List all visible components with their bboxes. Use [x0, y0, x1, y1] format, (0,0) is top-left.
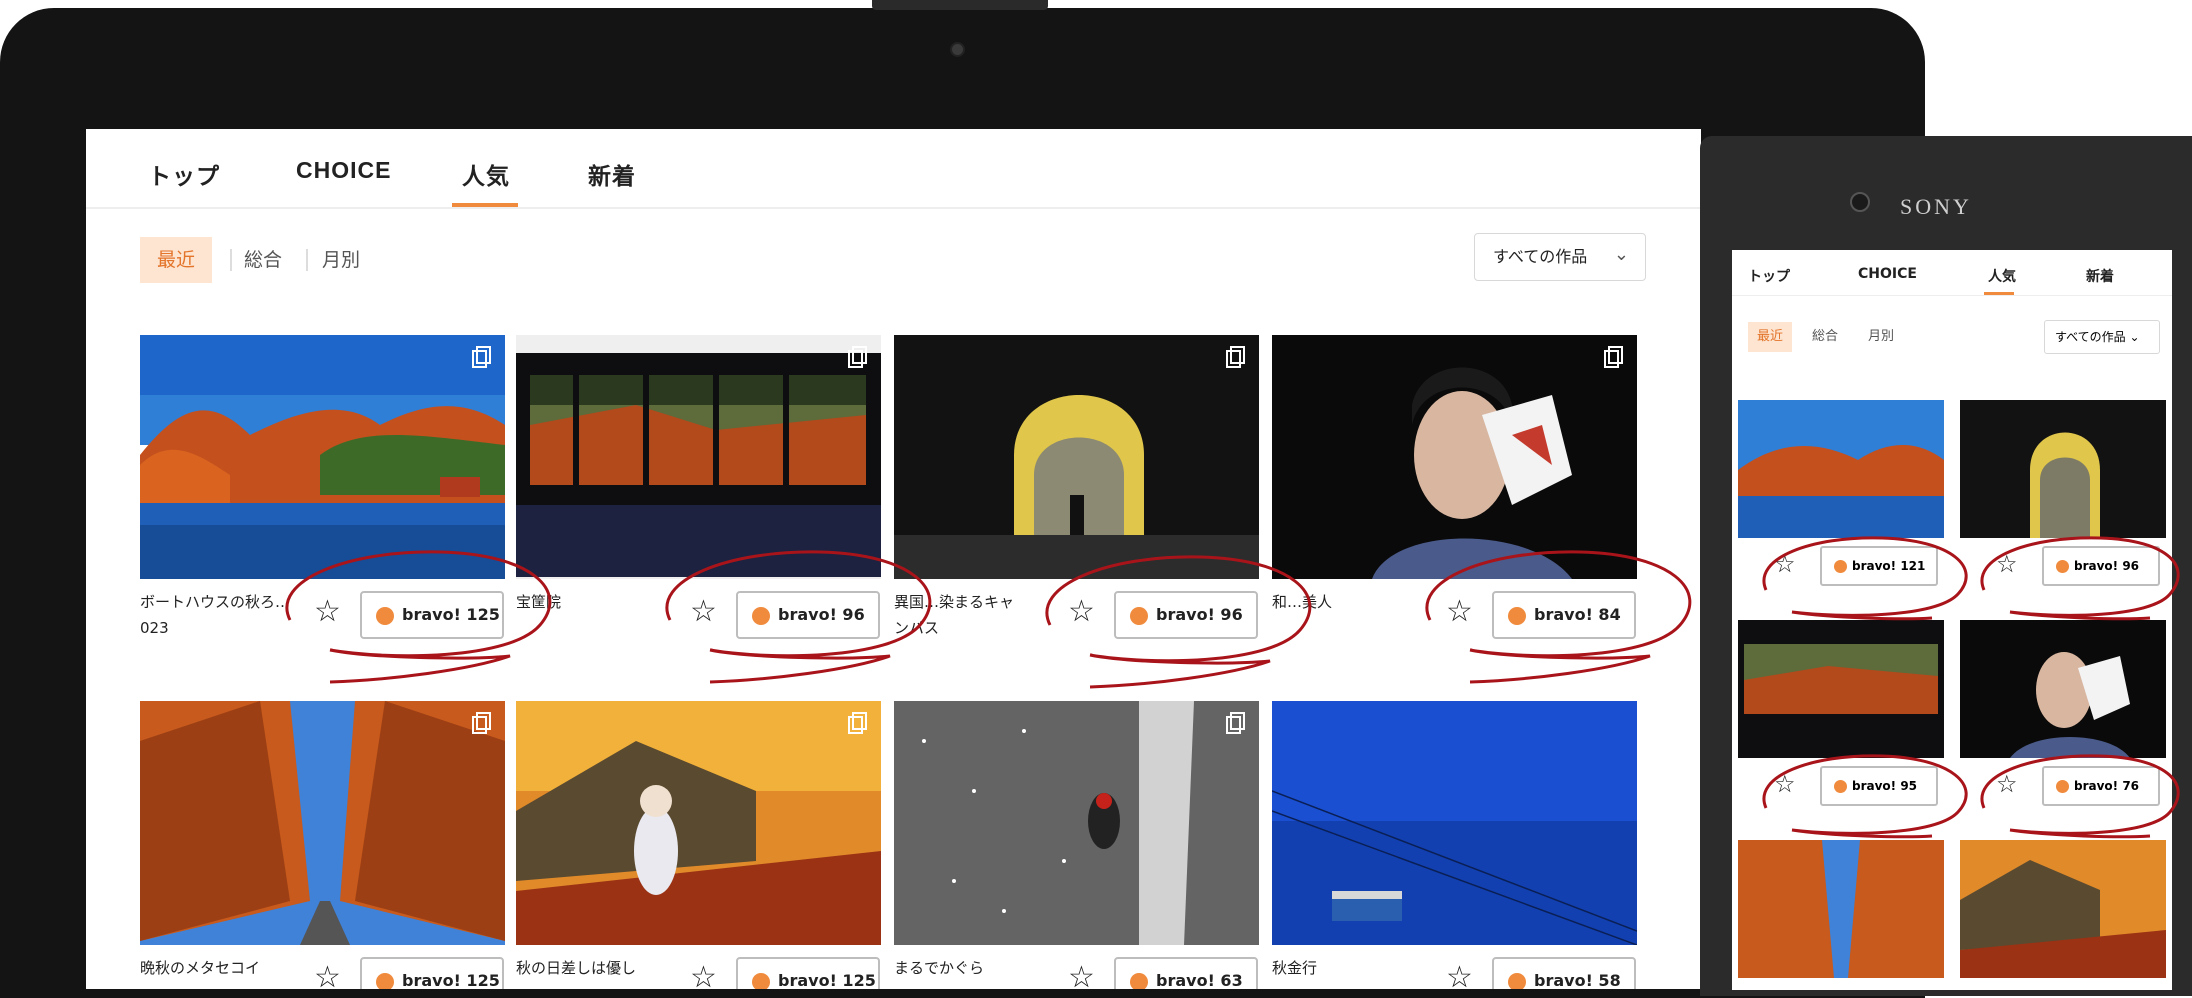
tab-top[interactable]: トップ — [148, 157, 220, 191]
main-tab-bar: トップ CHOICE 人気 新着 — [86, 129, 1701, 209]
tab-popular[interactable]: 人気 — [462, 157, 510, 191]
works-filter-select[interactable]: すべての作品 ⌄ — [1474, 233, 1646, 281]
copy-icon — [848, 712, 867, 734]
annotation-circle — [1762, 754, 1968, 839]
divider — [230, 249, 232, 271]
phone-brand-logo: SONY — [1900, 194, 1972, 219]
copy-icon — [472, 346, 491, 368]
filter-label: すべての作品 — [1493, 247, 1588, 266]
copy-icon — [1226, 712, 1245, 734]
filter-label: すべての作品 — [2055, 330, 2126, 344]
divider — [306, 249, 308, 271]
photo-thumbnail[interactable] — [1738, 400, 1944, 538]
star-icon[interactable]: ☆ — [1446, 963, 1473, 990]
chevron-down-icon: ⌄ — [1613, 244, 1629, 265]
bravo-icon — [752, 973, 770, 989]
copy-icon — [472, 712, 491, 734]
bravo-button[interactable]: bravo! 63 — [1114, 957, 1258, 989]
photo-thumbnail[interactable] — [140, 701, 505, 945]
photo-thumbnail[interactable] — [894, 701, 1259, 945]
camera-icon — [1850, 192, 1870, 212]
photo-thumbnail[interactable] — [1960, 620, 2166, 758]
annotation-circle — [1045, 555, 1312, 689]
photo-title[interactable]: 晩秋のメタセコイ — [140, 955, 290, 981]
bravo-icon — [1130, 973, 1148, 989]
subtab-recent[interactable]: 最近 — [140, 237, 212, 283]
photo-thumbnail[interactable] — [1738, 620, 1944, 758]
tab-popular[interactable]: 人気 — [1988, 266, 2016, 286]
camera-icon — [950, 42, 965, 57]
subtab-monthly[interactable]: 月別 — [322, 237, 360, 283]
photo-title[interactable]: まるでかぐら — [894, 955, 1044, 981]
subtab-recent[interactable]: 最近 — [1748, 322, 1792, 352]
photo-thumbnail[interactable] — [516, 701, 881, 945]
tablet-device: トップ CHOICE 人気 新着 最近 総合 月別 すべての作品 ⌄ ボートハウ… — [0, 0, 1925, 998]
star-icon[interactable]: ☆ — [690, 963, 717, 990]
tab-new[interactable]: 新着 — [2086, 266, 2114, 286]
active-tab-indicator — [1984, 292, 2014, 295]
subtab-overall[interactable]: 総合 — [244, 237, 282, 283]
tab-choice[interactable]: CHOICE — [296, 157, 391, 184]
photo-title[interactable]: 秋金行 — [1272, 955, 1422, 981]
photo-thumbnail[interactable] — [1272, 701, 1637, 945]
photo-title[interactable]: ボートハウスの秋ろ… 023 — [140, 589, 290, 641]
copy-icon — [1226, 346, 1245, 368]
annotation-circle — [1762, 536, 1968, 621]
bravo-button[interactable]: bravo! 58 — [1492, 957, 1636, 989]
photo-thumbnail[interactable] — [1738, 840, 1944, 978]
copy-icon — [1604, 346, 1623, 368]
copy-icon — [848, 346, 867, 368]
main-tab-bar: トップ CHOICE 人気 新着 — [1732, 250, 2172, 296]
photo-thumbnail[interactable] — [1960, 400, 2166, 538]
tab-new[interactable]: 新着 — [588, 157, 636, 191]
tab-top[interactable]: トップ — [1748, 266, 1790, 286]
photo-title[interactable]: 秋の日差しは優し — [516, 955, 666, 981]
works-filter-select[interactable]: すべての作品 ⌄ — [2044, 320, 2160, 354]
bravo-button[interactable]: bravo! 125 — [360, 957, 504, 989]
subtab-overall[interactable]: 総合 — [1812, 322, 1838, 352]
tablet-notch — [872, 0, 1048, 10]
subtab-monthly[interactable]: 月別 — [1868, 322, 1894, 352]
active-tab-indicator — [452, 203, 518, 207]
bravo-icon — [1508, 973, 1526, 989]
annotation-circle — [665, 550, 932, 684]
bravo-icon — [376, 973, 394, 989]
photo-thumbnail[interactable] — [1960, 840, 2166, 978]
annotation-circle — [1980, 536, 2180, 621]
annotation-circle — [1980, 754, 2180, 839]
bravo-button[interactable]: bravo! 125 — [736, 957, 880, 989]
annotation-circle — [1425, 550, 1692, 684]
star-icon[interactable]: ☆ — [1068, 963, 1095, 990]
star-icon[interactable]: ☆ — [314, 963, 341, 990]
annotation-circle — [285, 550, 552, 684]
tab-choice[interactable]: CHOICE — [1858, 266, 1917, 282]
